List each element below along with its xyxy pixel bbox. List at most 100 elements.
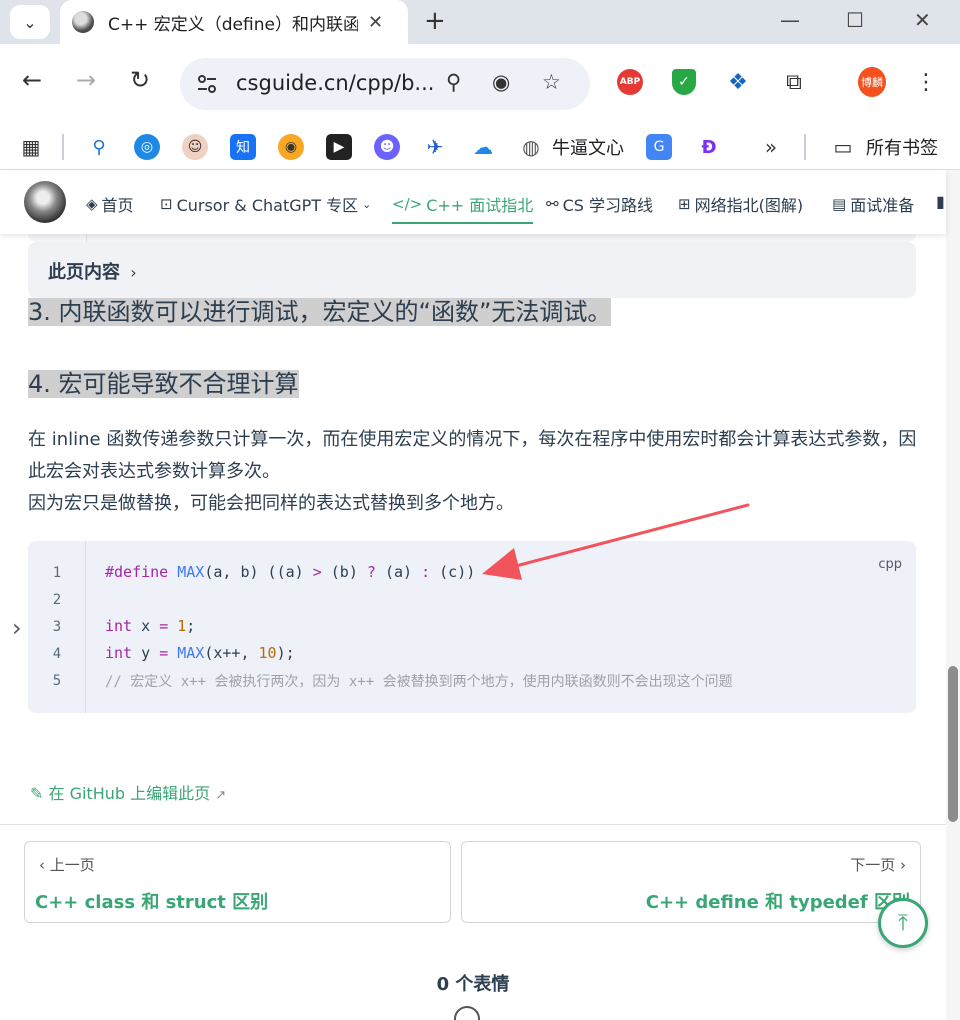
globe-icon[interactable]: ◍: [518, 134, 544, 160]
code-line-3: int x = 1;: [105, 617, 196, 635]
zhihu-bookmark-icon[interactable]: 知: [230, 134, 256, 160]
back-icon[interactable]: ←: [22, 66, 42, 94]
site-settings-icon[interactable]: [194, 71, 220, 97]
nav-cursor-label: Cursor & ChatGPT 专区: [176, 196, 359, 215]
browser-toolbar: ← → ↻ csguide.cn/cpp/b... ⚲ ◉ ☆ ABP ✓ ❖ …: [0, 44, 960, 124]
compass-icon: ◈: [86, 195, 98, 213]
nav-home[interactable]: ◈ 首页: [86, 192, 134, 216]
next-page-card[interactable]: 下一页 › C++ define 和 typedef 区别: [461, 841, 921, 923]
previous-code-block: [28, 234, 916, 242]
owl-bookmark-icon[interactable]: ◉: [278, 134, 304, 160]
sidebar-expand-chevron-icon[interactable]: ›: [12, 614, 22, 642]
shield-extension[interactable]: ✓: [670, 68, 698, 96]
url-text: csguide.cn/cpp/b...: [236, 71, 435, 95]
tab-search-button[interactable]: ⌄: [10, 5, 50, 39]
bird-bookmark-icon[interactable]: ✈: [422, 134, 448, 160]
paragraph-macro-replace: 因为宏只是做替换，可能会把同样的表达式替换到多个地方。: [28, 493, 514, 514]
next-page-label: 下一页 ›: [850, 856, 906, 874]
maximize-icon[interactable]: ☐: [846, 8, 864, 32]
reactions-count: 0 个表情: [436, 974, 510, 995]
browser-tab[interactable]: C++ 宏定义（define）和内联函数（inline）的区别 ✕: [60, 0, 408, 44]
code-block: 1 2 3 4 5 #define MAX(a, b) ((a) > (b) ?…: [28, 541, 916, 713]
reload-icon[interactable]: ↻: [130, 66, 150, 94]
chevron-down-icon: ⌄: [23, 12, 37, 32]
shield-check-icon: ✓: [672, 69, 696, 95]
back-to-top-button[interactable]: ⤒: [878, 898, 928, 948]
line-number: 2: [52, 592, 62, 608]
line-number: 3: [52, 619, 62, 635]
heading-point-4-text: 4. 宏可能导致不合理计算: [28, 370, 299, 398]
arrow-up-icon: ⤒: [898, 910, 908, 936]
nav-network[interactable]: ⊞ 网络指北(图解): [678, 192, 803, 216]
content-divider: [0, 824, 946, 825]
wenxin-bookmark[interactable]: 牛逼文心: [552, 134, 624, 160]
line-number: 1: [52, 565, 62, 581]
network-icon: ⊞: [678, 195, 691, 213]
on-this-page-toggle[interactable]: 此页内容 ›: [28, 242, 916, 298]
nav-overflow-icon[interactable]: ▮: [936, 192, 945, 211]
heading-point-3-text: 3. 内联函数可以进行调试，宏定义的“函数”无法调试。: [28, 298, 612, 326]
edit-on-github-link[interactable]: ✎ 在 GitHub 上编辑此页 ↗: [30, 780, 226, 804]
folder-icon: ▭: [833, 135, 853, 159]
d-bookmark-icon[interactable]: Ɖ: [696, 134, 722, 160]
cloud-bookmark-icon[interactable]: ☁: [470, 134, 496, 160]
page-scrollbar-thumb[interactable]: [948, 666, 958, 822]
feed-bookmark-icon[interactable]: ◎: [134, 134, 160, 160]
all-bookmarks[interactable]: 所有书签: [866, 134, 938, 160]
nav-cpp-label: C++ 面试指北: [426, 196, 534, 215]
page-scrollbar-track[interactable]: [946, 170, 960, 1020]
nav-cpp-guide[interactable]: </> C++ 面试指北: [392, 192, 534, 224]
code-line-1: #define MAX(a, b) ((a) > (b) ? (a) : (c)…: [105, 563, 476, 581]
article-content: 此页内容 › 3. 内联函数可以进行调试，宏定义的“函数”无法调试。 4. 宏可…: [0, 234, 946, 1020]
edit-on-github-label: 在 GitHub 上编辑此页: [48, 784, 211, 803]
prev-page-card[interactable]: ‹ 上一页 C++ class 和 struct 区别: [24, 841, 451, 923]
close-tab-icon[interactable]: ✕: [368, 12, 383, 33]
search-bookmark-icon[interactable]: ⚲: [86, 134, 112, 160]
nav-home-label: 首页: [101, 196, 134, 215]
nav-cs-roadmap[interactable]: ⚯ CS 学习路线: [546, 192, 653, 216]
external-link-icon: ↗: [215, 788, 227, 803]
line-number: 5: [52, 673, 62, 689]
code-line-4: int y = MAX(x++, 10);: [105, 644, 295, 662]
translate-bookmark-icon[interactable]: G: [646, 134, 672, 160]
tab-strip: ⌄ C++ 宏定义（define）和内联函数（inline）的区别 ✕ + — …: [0, 0, 960, 44]
tab-title: C++ 宏定义（define）和内联函数（inline）的区别: [108, 14, 358, 35]
extensions-puzzle-icon[interactable]: ⧉: [780, 68, 808, 96]
prev-page-title: C++ class 和 struct 区别: [35, 892, 269, 913]
chevron-down-icon: ⌄: [362, 197, 372, 211]
nav-cs-label: CS 学习路线: [562, 196, 653, 215]
minimize-icon[interactable]: —: [780, 8, 800, 32]
nav-cursor-chatgpt[interactable]: ⊡ Cursor & ChatGPT 专区 ⌄: [160, 192, 371, 216]
apps-grid-icon[interactable]: ▦: [18, 134, 44, 160]
site-navbar: ◈ 首页 ⊡ Cursor & ChatGPT 专区 ⌄ </> C++ 面试指…: [0, 170, 946, 234]
bookmark-separator: [804, 134, 806, 160]
address-bar[interactable]: csguide.cn/cpp/b... ⚲ ◉ ☆: [180, 58, 590, 110]
next-page-title: C++ define 和 typedef 区别: [645, 892, 910, 913]
avatar-bookmark-icon[interactable]: ☺: [182, 134, 208, 160]
zoom-icon[interactable]: ⚲: [446, 70, 461, 94]
diamond-extension-icon[interactable]: ❖: [724, 68, 752, 96]
star-icon[interactable]: ☆: [542, 70, 561, 94]
menu-kebab-icon[interactable]: ⋮: [912, 68, 940, 96]
adblock-extension[interactable]: ABP: [616, 68, 644, 96]
smiley-icon[interactable]: [454, 1006, 480, 1020]
edit-icon: ✎: [30, 784, 44, 803]
chat-bookmark-icon[interactable]: ☻: [374, 134, 400, 160]
forward-icon[interactable]: →: [76, 66, 96, 94]
tab-favicon: [72, 11, 94, 33]
line-number: 4: [52, 646, 62, 662]
chevron-right-icon: ›: [130, 263, 137, 282]
close-window-icon[interactable]: ✕: [914, 8, 931, 32]
heading-point-4: 4. 宏可能导致不合理计算: [28, 364, 299, 399]
more-bookmarks-icon[interactable]: »: [758, 134, 784, 160]
play-bookmark-icon[interactable]: ▶: [326, 134, 352, 160]
new-tab-button[interactable]: +: [424, 6, 446, 36]
document-icon: ▤: [832, 195, 847, 213]
profile-button[interactable]: 博麟: [858, 67, 886, 97]
nav-interview[interactable]: ▤ 面试准备: [832, 192, 914, 216]
site-logo[interactable]: [24, 181, 66, 223]
eye-off-icon[interactable]: ◉: [492, 70, 510, 94]
code-icon: </>: [392, 195, 423, 213]
paragraph-inline-eval: 在 inline 函数传递参数只计算一次，而在使用宏定义的情况下，每次在程序中使…: [28, 429, 917, 482]
line-number-gutter: 1 2 3 4 5: [28, 541, 86, 713]
